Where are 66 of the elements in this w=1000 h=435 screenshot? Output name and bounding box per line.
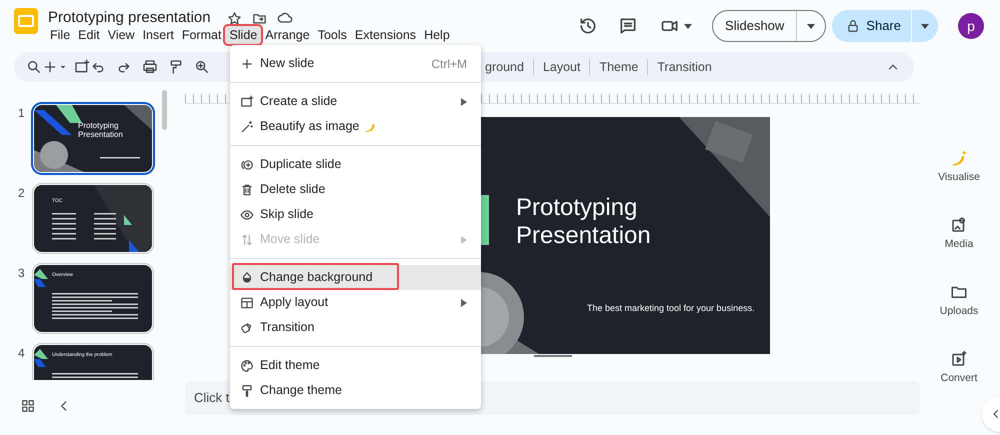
- avatar[interactable]: p: [958, 13, 984, 39]
- side-panel-button[interactable]: Uploads: [929, 283, 989, 342]
- menu-item[interactable]: Format: [178, 26, 226, 44]
- history-icon[interactable]: [578, 16, 598, 36]
- print-icon[interactable]: [142, 59, 158, 75]
- slide-add-icon[interactable]: [74, 59, 90, 75]
- menu-item[interactable]: Edit: [74, 26, 104, 44]
- submenu-arrow-icon: [461, 236, 467, 244]
- paint-format-icon[interactable]: [168, 59, 184, 75]
- document-title[interactable]: Prototyping presentation: [48, 8, 211, 28]
- menu-item[interactable]: Change theme: [230, 378, 481, 403]
- slide-number: 4: [18, 345, 26, 362]
- slide-thumbnail[interactable]: Prototyping Presentation: [34, 105, 152, 172]
- trash-icon: [240, 182, 254, 196]
- slide-subtitle[interactable]: The best marketing tool for your business.: [587, 302, 755, 316]
- lock-icon: [846, 19, 860, 33]
- menu-item[interactable]: Create a slide: [230, 89, 481, 114]
- slide-number: 2: [18, 185, 26, 202]
- menu-item[interactable]: Edit theme: [230, 353, 481, 378]
- scrollbar[interactable]: [162, 90, 167, 130]
- submenu-arrow-icon: [461, 98, 467, 106]
- comment-icon[interactable]: [618, 16, 638, 36]
- plus-icon[interactable]: [42, 59, 58, 75]
- menu-item[interactable]: Slide: [225, 26, 262, 44]
- magic-wand-icon: [240, 120, 254, 134]
- menu-item[interactable]: Extensions: [350, 26, 420, 44]
- slide-add-icon: [240, 94, 254, 108]
- side-panel-button[interactable]: Visualise: [929, 149, 989, 208]
- zoom-icon[interactable]: [194, 59, 210, 75]
- side-panel-button[interactable]: Convert: [929, 350, 989, 409]
- menu-item[interactable]: Help: [420, 26, 454, 44]
- notes-placeholder: Click t: [194, 389, 230, 408]
- caret-icon: [807, 24, 816, 28]
- grid-view-icon[interactable]: [21, 399, 35, 413]
- menu-item[interactable]: Arrange: [261, 26, 314, 44]
- menu-item[interactable]: Tools: [314, 26, 351, 44]
- slide-title[interactable]: Prototyping Presentation: [516, 194, 686, 250]
- paint-roller-icon: [240, 384, 254, 398]
- banana-sparkle-icon: [950, 149, 968, 167]
- layout-icon: [240, 296, 254, 310]
- search-icon[interactable]: [26, 59, 42, 75]
- media-icon: [950, 216, 968, 234]
- duplicate-icon: [240, 158, 254, 172]
- resize-handle[interactable]: [534, 355, 572, 357]
- video-sparkle-icon: [950, 350, 968, 368]
- slide-number: 1: [18, 105, 26, 122]
- transition-icon: [240, 320, 254, 334]
- plus-icon: [240, 56, 254, 70]
- eye-icon: [240, 208, 254, 222]
- slide-number: 3: [18, 265, 26, 282]
- caret-icon: [684, 24, 692, 28]
- toolbar-button[interactable]: Theme: [590, 58, 648, 76]
- palette-icon: [240, 358, 254, 372]
- submenu-arrow-icon: [461, 298, 467, 306]
- toolbar-button[interactable]: Transition: [648, 58, 721, 76]
- menu-item[interactable]: File: [46, 26, 74, 44]
- menu-item[interactable]: Insert: [138, 26, 178, 44]
- thumbnail-title: Prototyping Presentation: [78, 122, 124, 140]
- menu-item[interactable]: Change background: [230, 265, 481, 290]
- up-down-arrows-icon: [240, 232, 254, 246]
- star-icon[interactable]: [226, 10, 242, 26]
- side-panel-button[interactable]: Media: [929, 216, 989, 275]
- toolbar-button[interactable]: Layout: [534, 58, 590, 76]
- menu-item[interactable]: View: [104, 26, 139, 44]
- caret-icon: [921, 24, 929, 28]
- droplet-icon: [240, 270, 254, 284]
